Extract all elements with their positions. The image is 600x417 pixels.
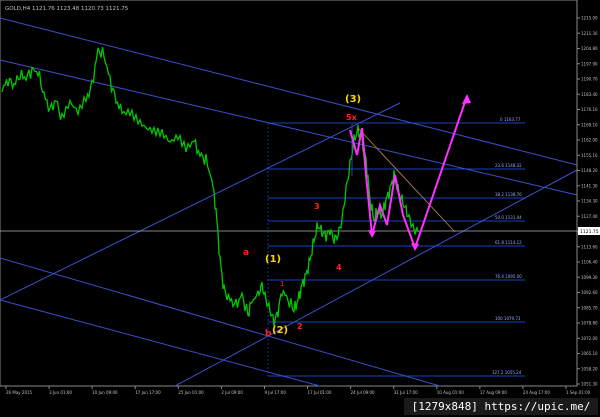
- fib-level-label: 100 1079.73: [495, 316, 521, 321]
- wave-label: a: [243, 248, 249, 258]
- price-tick-label: 1085.70: [581, 305, 598, 310]
- time-tick-label: 2 Jul 09:00: [221, 390, 243, 395]
- wave-label: (2): [272, 325, 288, 336]
- price-tick-label: 1155.10: [581, 153, 598, 158]
- price-tick-label: 1183.40: [581, 92, 598, 97]
- symbol-label: GOLD,H4: [5, 6, 31, 12]
- price-tick-label: 1162.00: [581, 138, 598, 143]
- price-tick-label: 1190.70: [581, 77, 598, 82]
- fib-level-label: 50.0 1131.04: [495, 215, 522, 220]
- fib-level-label: 76.4 1095.00: [495, 274, 522, 279]
- time-tick-label: 25 Jun 01:00: [178, 390, 204, 395]
- time-tick-label: 17 Jul 01:00: [308, 390, 332, 395]
- price-tick-label: 1113.60: [581, 244, 598, 249]
- price-tick-label: 1072.00: [581, 336, 598, 341]
- fib-level-label: 0 1163.77: [500, 117, 521, 122]
- price-tick-label: 1197.90: [581, 61, 598, 66]
- price-tick-label: 1176.10: [581, 107, 598, 112]
- time-tick-label: 26 May 2015: [6, 390, 33, 395]
- time-tick-label: 9 Jul 17:00: [264, 390, 286, 395]
- wave-label: b: [265, 329, 272, 339]
- price-tick-label: 1099.30: [581, 275, 598, 280]
- wave-label: 3: [314, 202, 320, 211]
- ohlc-readout: 1121.76 1123.48 1120.73 1121.75: [32, 6, 129, 12]
- price-tick-label: 1065.10: [581, 351, 598, 356]
- time-tick-label: 24 Jul 09:00: [351, 390, 375, 395]
- time-tick-label: 17 Aug 09:00: [480, 390, 507, 395]
- price-tick-label: 1127.40: [581, 214, 598, 219]
- time-tick-label: 17 Jun 17:00: [135, 390, 161, 395]
- price-tick-label: 1141.30: [581, 183, 598, 188]
- chart-frame: [0, 0, 578, 387]
- price-tick-label: 1051.30: [581, 382, 598, 387]
- wave-label: (3): [345, 94, 361, 105]
- fib-level-label: 38.2 1138.76: [495, 192, 522, 197]
- price-tick-label: 1092.60: [581, 290, 598, 295]
- price-tick-label: 1204.80: [581, 46, 598, 51]
- current-price-label: 1121.75: [580, 229, 599, 235]
- fib-level-label: 61.8 1114.12: [495, 240, 522, 245]
- price-chart[interactable]: GOLD,H4 1121.76 1123.48 1120.73 1121.75 …: [0, 0, 600, 417]
- price-tick-label: 1134.30: [581, 199, 598, 204]
- price-tick-label: 1211.30: [581, 31, 598, 36]
- wave-label: 1: [280, 280, 284, 288]
- image-host-watermark: [1279x848] https://upic.me/: [404, 398, 598, 415]
- price-tick-label: 1058.20: [581, 366, 598, 371]
- time-tick-label: 10 Aug 01:00: [437, 390, 464, 395]
- time-tick-label: 10 Jun 09:00: [92, 390, 118, 395]
- time-tick-label: 24 Aug 17:00: [523, 390, 550, 395]
- price-tick-label: 1169.10: [581, 122, 598, 127]
- wave-label: 2: [297, 322, 303, 331]
- price-axis: 1215.00 1211.30 1204.80 1197.90 1190.70 1183.…: [576, 0, 598, 387]
- time-axis: 26 May 2015 3 Jun 01:00 10 Jun 09:00 17 Jun…: [5, 386, 591, 395]
- wave-label: (1): [265, 254, 281, 265]
- wave-label: 4: [336, 263, 342, 272]
- price-tick-label: 1148.20: [581, 168, 598, 173]
- price-tick-label: 1106.40: [581, 260, 598, 265]
- price-tick-label: 1215.00: [581, 16, 598, 21]
- wave-label: 5x: [346, 113, 358, 122]
- time-tick-label: 1 Sep 01:00: [566, 390, 591, 395]
- price-tick-label: 1078.80: [581, 321, 598, 326]
- fib-level-label: 23.6 1148.32: [495, 163, 522, 168]
- fib-level-label: 127.2 1055.24: [492, 370, 522, 375]
- time-tick-label: 31 Jul 17:00: [394, 390, 418, 395]
- time-tick-label: 3 Jun 01:00: [49, 390, 72, 395]
